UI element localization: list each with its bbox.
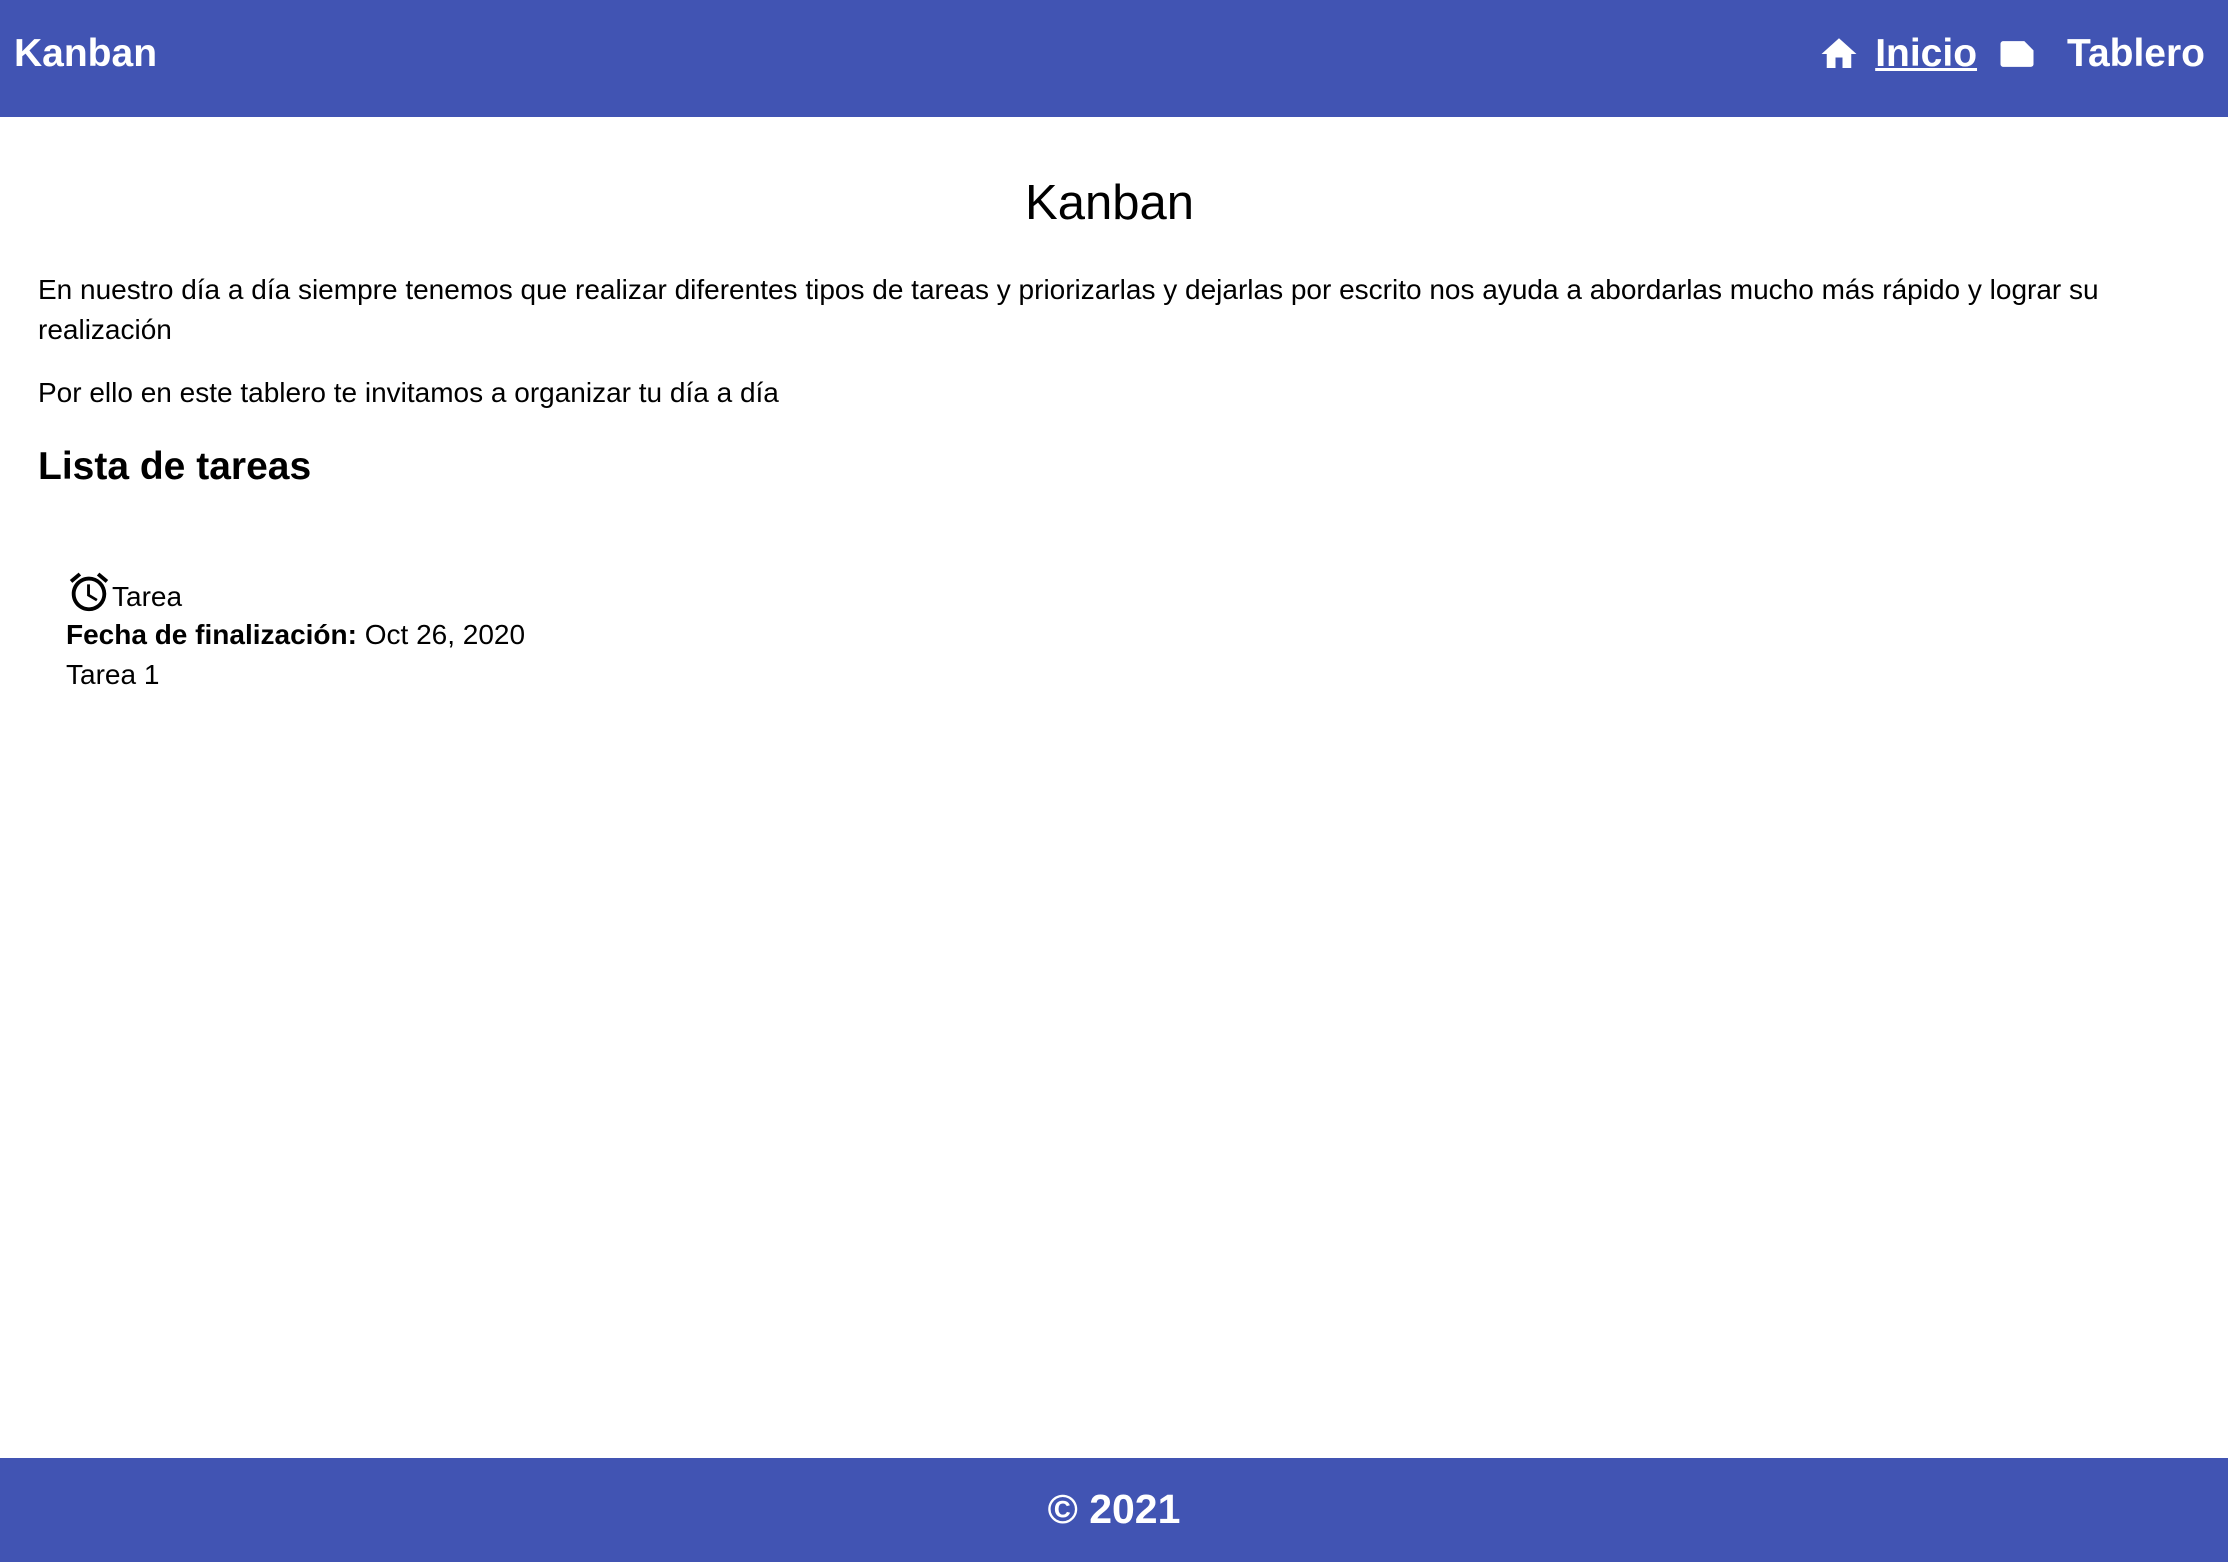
intro-paragraph: En nuestro día a día siempre tenemos que…: [38, 274, 2099, 345]
task-due-label: Fecha de finalización:: [66, 619, 357, 650]
alarm-icon: [66, 569, 112, 615]
task-name: Tarea 1: [66, 659, 160, 690]
task-due-date: Fecha de finalización: Oct 26, 2020: [66, 615, 766, 655]
footer-copyright: © 2021: [1047, 1486, 1181, 1532]
top-navbar: Kanban Inicio Tablero: [0, 0, 2228, 117]
task-header: Tarea: [66, 563, 766, 615]
home-icon[interactable]: [1817, 32, 1861, 76]
nav-links: Inicio Tablero: [1817, 24, 2205, 84]
nav-link-inicio[interactable]: Inicio: [1875, 30, 1977, 78]
brand-logo-text[interactable]: Kanban: [14, 30, 157, 78]
page-title: Kanban: [1025, 176, 1194, 230]
section-title-task-list: Lista de tareas: [38, 445, 312, 488]
nav-link-tablero[interactable]: Tablero: [2067, 30, 2205, 78]
footer: © 2021: [0, 1458, 2228, 1562]
task-due-value: Oct 26, 2020: [364, 619, 526, 650]
invite-paragraph: Por ello en este tablero te invitamos a …: [38, 377, 779, 408]
label-icon[interactable]: [1995, 32, 2039, 76]
task-card[interactable]: Tarea Fecha de finalización: Oct 26, 202…: [66, 563, 766, 695]
task-type-label: Tarea: [112, 581, 183, 612]
